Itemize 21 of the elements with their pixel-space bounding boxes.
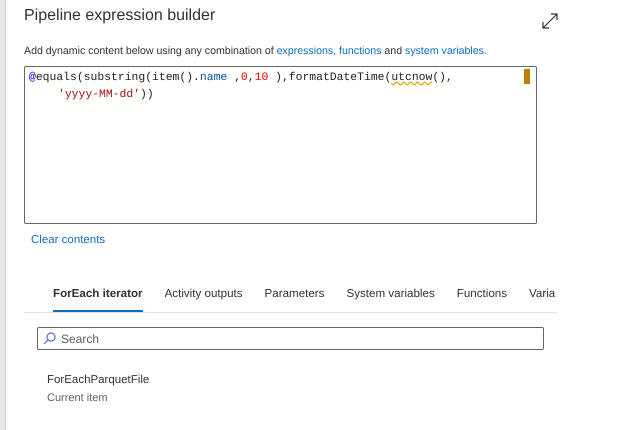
cursor-marker <box>524 68 530 84</box>
tab[interactable]: Functions <box>456 278 508 312</box>
search-icon <box>43 332 56 346</box>
tab[interactable]: Parameters <box>264 278 324 312</box>
expand-icon[interactable] <box>541 12 559 30</box>
tab[interactable]: Varia <box>529 278 556 312</box>
clear-contents-link[interactable]: Clear contents <box>31 232 106 250</box>
tab[interactable]: ForEach iterator <box>53 278 143 312</box>
dialog-title: Pipeline expression builder <box>24 6 216 26</box>
help-link[interactable]: system variables. <box>405 45 487 57</box>
description-text: Add dynamic content below using any combination of <box>24 45 275 57</box>
item-name: ForEachParquetFile <box>47 373 150 388</box>
code-line: @equals(substring(item().name ,0,10 ),formatDateTime(utcnow(), <box>29 70 453 86</box>
tab[interactable]: System variables <box>346 278 435 312</box>
description-text: and <box>383 45 404 57</box>
code-line: 'yyyy-MM-dd')) <box>58 88 154 103</box>
expression-editor[interactable]: @equals(substring(item().name ,0,10 ),formatDateTime(utcnow(), 'yyyy-MM-dd')) <box>24 66 537 224</box>
search-field[interactable]: Search <box>37 327 544 350</box>
help-link[interactable]: expressions, functions <box>276 45 382 57</box>
item-description: Current item <box>47 390 109 406</box>
tab[interactable]: Activity outputs <box>164 278 243 312</box>
